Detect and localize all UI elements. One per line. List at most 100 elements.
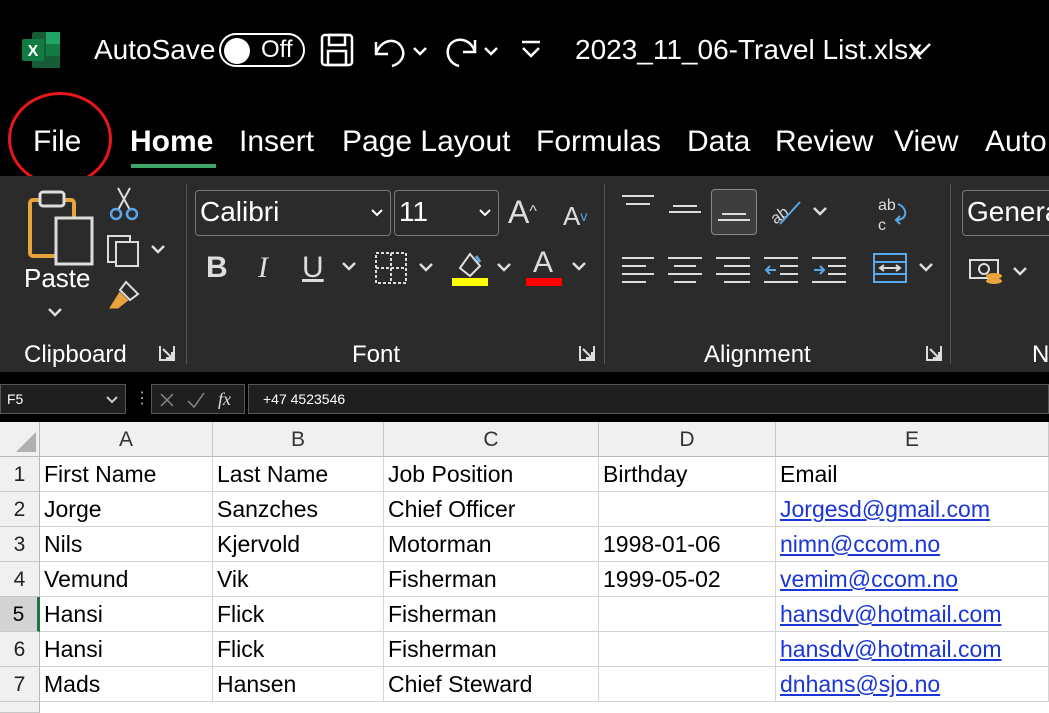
merge-center-icon[interactable] bbox=[872, 250, 938, 286]
cell-b7[interactable]: Hansen bbox=[213, 667, 384, 702]
autosave-toggle[interactable]: Off bbox=[219, 33, 305, 67]
row-header[interactable]: 1 bbox=[0, 457, 40, 492]
middle-align-icon[interactable] bbox=[667, 198, 703, 222]
column-header-c[interactable]: C bbox=[384, 422, 599, 457]
row-header-partial[interactable] bbox=[0, 702, 40, 713]
row-header[interactable]: 3 bbox=[0, 527, 40, 562]
formula-input[interactable]: +47 4523546 bbox=[248, 384, 1049, 414]
cell-a3[interactable]: Nils bbox=[40, 527, 213, 562]
underline-dropdown-icon[interactable] bbox=[340, 260, 358, 274]
cell-e5[interactable]: hansdv@hotmail.com bbox=[776, 597, 1049, 632]
copy-icon[interactable] bbox=[106, 232, 170, 268]
cell-a6[interactable]: Hansi bbox=[40, 632, 213, 667]
column-header-d[interactable]: D bbox=[599, 422, 776, 457]
row-header[interactable]: 7 bbox=[0, 667, 40, 702]
cell-d7[interactable] bbox=[599, 667, 776, 702]
column-header-a[interactable]: A bbox=[40, 422, 213, 457]
cell-a4[interactable]: Vemund bbox=[40, 562, 213, 597]
bottom-align-button[interactable] bbox=[711, 189, 757, 235]
formula-bar-grip-icon[interactable]: ⋮ bbox=[134, 388, 150, 410]
cell-b5[interactable]: Flick bbox=[213, 597, 384, 632]
tab-formulas[interactable]: Formulas bbox=[536, 124, 661, 160]
cell-c3[interactable]: Motorman bbox=[384, 527, 599, 562]
fill-color-icon[interactable] bbox=[450, 248, 516, 288]
font-color-letter[interactable]: A bbox=[533, 246, 553, 280]
enter-icon[interactable] bbox=[186, 391, 206, 409]
tab-page-layout[interactable]: Page Layout bbox=[342, 124, 510, 160]
format-painter-icon[interactable] bbox=[106, 278, 142, 314]
number-format-dropdown[interactable]: Genera bbox=[962, 190, 1049, 236]
cell-d2[interactable] bbox=[599, 492, 776, 527]
file-name[interactable]: 2023_11_06-Travel List.xlsx bbox=[575, 33, 922, 67]
cell-e2[interactable]: Jorgesd@gmail.com bbox=[776, 492, 1049, 527]
select-all-button[interactable] bbox=[0, 422, 40, 457]
font-color-dropdown-icon[interactable] bbox=[570, 260, 588, 274]
cell-b3[interactable]: Kjervold bbox=[213, 527, 384, 562]
cell-c1[interactable]: Job Position bbox=[384, 457, 599, 492]
cell-b2[interactable]: Sanzches bbox=[213, 492, 384, 527]
cell-a2[interactable]: Jorge bbox=[40, 492, 213, 527]
cell-a7[interactable]: Mads bbox=[40, 667, 213, 702]
cell-d6[interactable] bbox=[599, 632, 776, 667]
cell-a1[interactable]: First Name bbox=[40, 457, 213, 492]
accounting-format-icon[interactable] bbox=[968, 254, 1034, 288]
excel-icon[interactable]: X bbox=[22, 32, 60, 68]
row-header[interactable]: 6 bbox=[0, 632, 40, 667]
paste-label[interactable]: Paste bbox=[24, 262, 91, 294]
italic-button[interactable]: I bbox=[258, 250, 268, 286]
redo-icon[interactable] bbox=[443, 30, 503, 70]
column-header-e[interactable]: E bbox=[776, 422, 1049, 457]
cell-e6[interactable]: hansdv@hotmail.com bbox=[776, 632, 1049, 667]
cell-e7[interactable]: dnhans@sjo.no bbox=[776, 667, 1049, 702]
font-name-dropdown[interactable]: Calibri bbox=[195, 190, 391, 236]
cell-b1[interactable]: Last Name bbox=[213, 457, 384, 492]
bold-button[interactable]: B bbox=[206, 250, 228, 286]
cell-c6[interactable]: Fisherman bbox=[384, 632, 599, 667]
paste-icon[interactable] bbox=[26, 190, 96, 270]
orientation-icon[interactable]: ab bbox=[766, 196, 828, 228]
underline-button[interactable]: U bbox=[302, 250, 324, 286]
insert-function-button[interactable]: fx bbox=[218, 387, 231, 411]
clipboard-launcher-icon[interactable] bbox=[158, 344, 176, 362]
cell-b6[interactable]: Flick bbox=[213, 632, 384, 667]
cell-d4[interactable]: 1999-05-02 bbox=[599, 562, 776, 597]
tab-insert[interactable]: Insert bbox=[239, 124, 314, 160]
column-header-b[interactable]: B bbox=[213, 422, 384, 457]
cell-e4[interactable]: vemim@ccom.no bbox=[776, 562, 1049, 597]
cell-d1[interactable]: Birthday bbox=[599, 457, 776, 492]
wrap-text-icon[interactable]: ab c bbox=[874, 194, 910, 234]
tab-home[interactable]: Home bbox=[130, 124, 213, 160]
cell-d5[interactable] bbox=[599, 597, 776, 632]
cell-b4[interactable]: Vik bbox=[213, 562, 384, 597]
row-header[interactable]: 4 bbox=[0, 562, 40, 597]
borders-icon[interactable] bbox=[374, 250, 440, 286]
cancel-icon[interactable] bbox=[158, 391, 176, 409]
chevron-down-icon[interactable] bbox=[907, 40, 933, 60]
tab-review[interactable]: Review bbox=[775, 124, 873, 160]
row-header[interactable]: 2 bbox=[0, 492, 40, 527]
tab-automate[interactable]: Auto bbox=[985, 124, 1047, 160]
cell-e1[interactable]: Email bbox=[776, 457, 1049, 492]
top-align-icon[interactable] bbox=[620, 192, 656, 216]
cell-e3[interactable]: nimn@ccom.no bbox=[776, 527, 1049, 562]
shrink-font-button[interactable]: Av bbox=[563, 198, 587, 234]
cell-c5[interactable]: Fisherman bbox=[384, 597, 599, 632]
tab-data[interactable]: Data bbox=[687, 124, 750, 160]
name-box[interactable]: F5 bbox=[0, 384, 126, 414]
undo-icon[interactable] bbox=[370, 30, 430, 70]
tab-view[interactable]: View bbox=[894, 124, 958, 160]
alignment-launcher-icon[interactable] bbox=[925, 344, 943, 362]
cut-icon[interactable] bbox=[110, 186, 138, 222]
paste-dropdown-icon[interactable] bbox=[46, 306, 64, 320]
grow-font-button[interactable]: A^ bbox=[508, 192, 537, 232]
cell-c2[interactable]: Chief Officer bbox=[384, 492, 599, 527]
cell-c7[interactable]: Chief Steward bbox=[384, 667, 599, 702]
font-launcher-icon[interactable] bbox=[578, 344, 596, 362]
cell-c4[interactable]: Fisherman bbox=[384, 562, 599, 597]
save-icon[interactable] bbox=[320, 30, 354, 70]
row-header-selected[interactable]: 5 bbox=[0, 597, 40, 632]
alignment-row-icons[interactable] bbox=[620, 254, 860, 284]
customize-toolbar-icon[interactable] bbox=[518, 30, 544, 70]
cell-d3[interactable]: 1998-01-06 bbox=[599, 527, 776, 562]
cell-a5[interactable]: Hansi bbox=[40, 597, 213, 632]
